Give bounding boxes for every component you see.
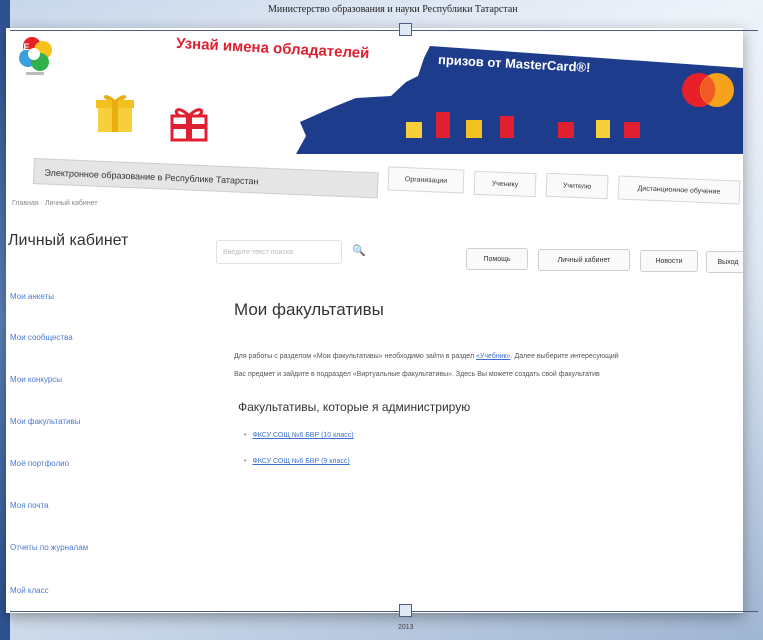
svg-text:TE: TE xyxy=(18,42,30,52)
page-title: Мои факультативы xyxy=(234,300,384,319)
selection-frame-bottom xyxy=(10,611,758,612)
sidebar-item-my-electives[interactable]: Мои факультативы xyxy=(10,417,81,426)
list-item[interactable]: • ФКСУ СОЩ №6 БВР (10 класс) xyxy=(244,432,354,439)
screenshot-page: TE Узнай имена обладателей призов от Mas… xyxy=(6,28,743,613)
nav-tab-organizations[interactable]: Организации xyxy=(387,166,465,194)
mastercard-logo-icon xyxy=(682,73,734,107)
personal-account-button[interactable]: Личный кабинет xyxy=(538,249,630,271)
textbook-link[interactable]: «Учебник» xyxy=(476,353,511,360)
sidebar-item-my-contests[interactable]: Мои конкурсы xyxy=(10,375,62,384)
gift-yellow-icon xyxy=(96,95,134,132)
search-input[interactable]: Введите текст поиска xyxy=(216,240,342,264)
logout-button[interactable]: Выход xyxy=(706,251,743,273)
description-text: . Далее выберите интересующий xyxy=(510,353,619,360)
search-icon[interactable]: 🔍 xyxy=(352,244,366,257)
description-line-2: Вас предмет и зайдите в подраздел «Вирту… xyxy=(234,371,600,378)
sidebar-item-journal-reports[interactable]: Отчеты по журналам xyxy=(10,543,88,552)
nav-tab-distance-learning[interactable]: Дистанционное обучение xyxy=(617,175,741,205)
gift-red-icon xyxy=(170,108,208,142)
sidebar-item-my-questionnaires[interactable]: Мои анкеты xyxy=(10,292,54,301)
portal-logo-icon: TE xyxy=(18,37,52,75)
selection-frame-top xyxy=(10,30,758,31)
sidebar-item-my-mail[interactable]: Моя почта xyxy=(10,501,49,510)
course-link[interactable]: ФКСУ СОЩ №6 БВР (10 класс) xyxy=(252,432,353,439)
sidebar-item-my-communities[interactable]: Мои сообщества xyxy=(10,333,73,342)
course-link[interactable]: ФКСУ СОЩ №6 БВР (9 класс) xyxy=(252,458,349,465)
news-button[interactable]: Новости xyxy=(640,250,698,272)
description-line-1: Для работы с разделом «Мои факультативы»… xyxy=(234,353,734,360)
slide-top-caption: Министерство образования и науки Республ… xyxy=(268,4,518,15)
nav-tab-teacher[interactable]: Учителю xyxy=(545,172,609,200)
sidebar-item-my-portfolio[interactable]: Моё портфолио xyxy=(10,459,69,468)
sidebar-title: Личный кабинет xyxy=(8,232,129,249)
slide-bottom-caption: 2013 xyxy=(398,624,414,631)
sidebar-item-my-class[interactable]: Мой класс xyxy=(10,586,49,595)
breadcrumb[interactable]: Главная · Личный кабинет xyxy=(12,200,98,207)
help-button[interactable]: Помощь xyxy=(466,248,528,270)
description-text: Для работы с разделом «Мои факультативы»… xyxy=(234,353,475,360)
resize-handle-top[interactable] xyxy=(399,23,412,36)
bullet-icon: • xyxy=(244,458,247,465)
nav-tab-student[interactable]: Ученику xyxy=(473,170,537,198)
promo-banner[interactable]: TE Узнай имена обладателей призов от Mas… xyxy=(6,28,743,154)
section-heading: Факультативы, которые я администрирую xyxy=(238,400,471,414)
bullet-icon: • xyxy=(244,432,247,439)
resize-handle-bottom[interactable] xyxy=(399,604,412,617)
list-item[interactable]: • ФКСУ СОЩ №6 БВР (9 класс) xyxy=(244,458,350,465)
